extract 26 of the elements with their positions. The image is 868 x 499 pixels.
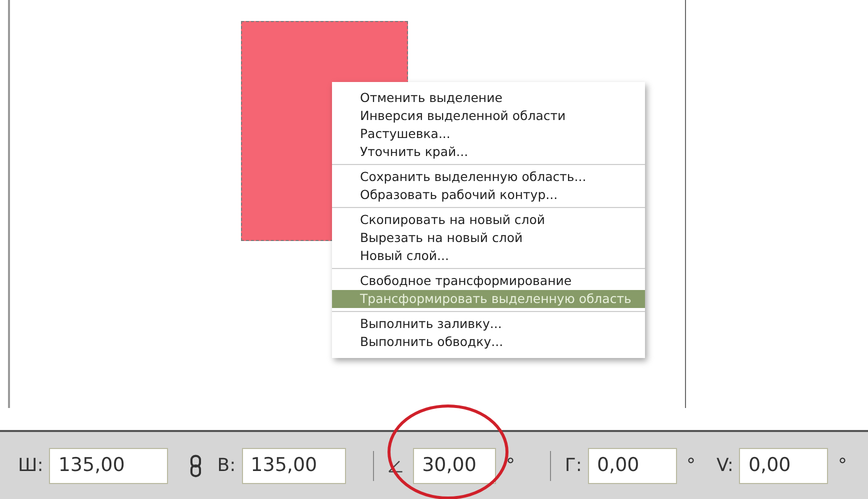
field-label: Г:	[564, 454, 582, 478]
menu-item[interactable]: Инверсия выделенной области	[332, 107, 645, 125]
chain-link-icon[interactable]	[190, 454, 202, 478]
angle-icon	[388, 458, 404, 472]
menu-item[interactable]: Выполнить обводку...	[332, 333, 645, 351]
input-field[interactable]: 135,00	[49, 448, 168, 484]
unit-label: °	[838, 454, 848, 478]
menu-item[interactable]: Образовать рабочий контур...	[332, 186, 645, 204]
menu-item[interactable]: Скопировать на новый слой	[332, 211, 645, 229]
input-field[interactable]: 30,00	[413, 448, 496, 484]
field-label: Ш:	[18, 454, 44, 478]
field-label: V:	[716, 454, 734, 478]
field-label: В:	[217, 454, 236, 478]
menu-item[interactable]: Свободное трансформирование	[332, 272, 645, 290]
input-field[interactable]: 0,00	[588, 448, 677, 484]
menu-item[interactable]: Отменить выделение	[332, 89, 645, 107]
menu-item[interactable]: Вырезать на новый слой	[332, 229, 645, 247]
menu-item[interactable]: Новый слой...	[332, 247, 645, 265]
unit-label: °	[506, 454, 515, 478]
menu-item[interactable]: Сохранить выделенную область...	[332, 168, 645, 186]
input-field[interactable]: 135,00	[242, 448, 346, 484]
menu-item[interactable]: Выполнить заливку...	[332, 315, 645, 333]
menu-item[interactable]: Уточнить край...	[332, 143, 645, 161]
input-field[interactable]: 0,00	[739, 448, 828, 484]
menu-item[interactable]: Растушевка...	[332, 125, 645, 143]
unit-label: °	[686, 454, 696, 478]
